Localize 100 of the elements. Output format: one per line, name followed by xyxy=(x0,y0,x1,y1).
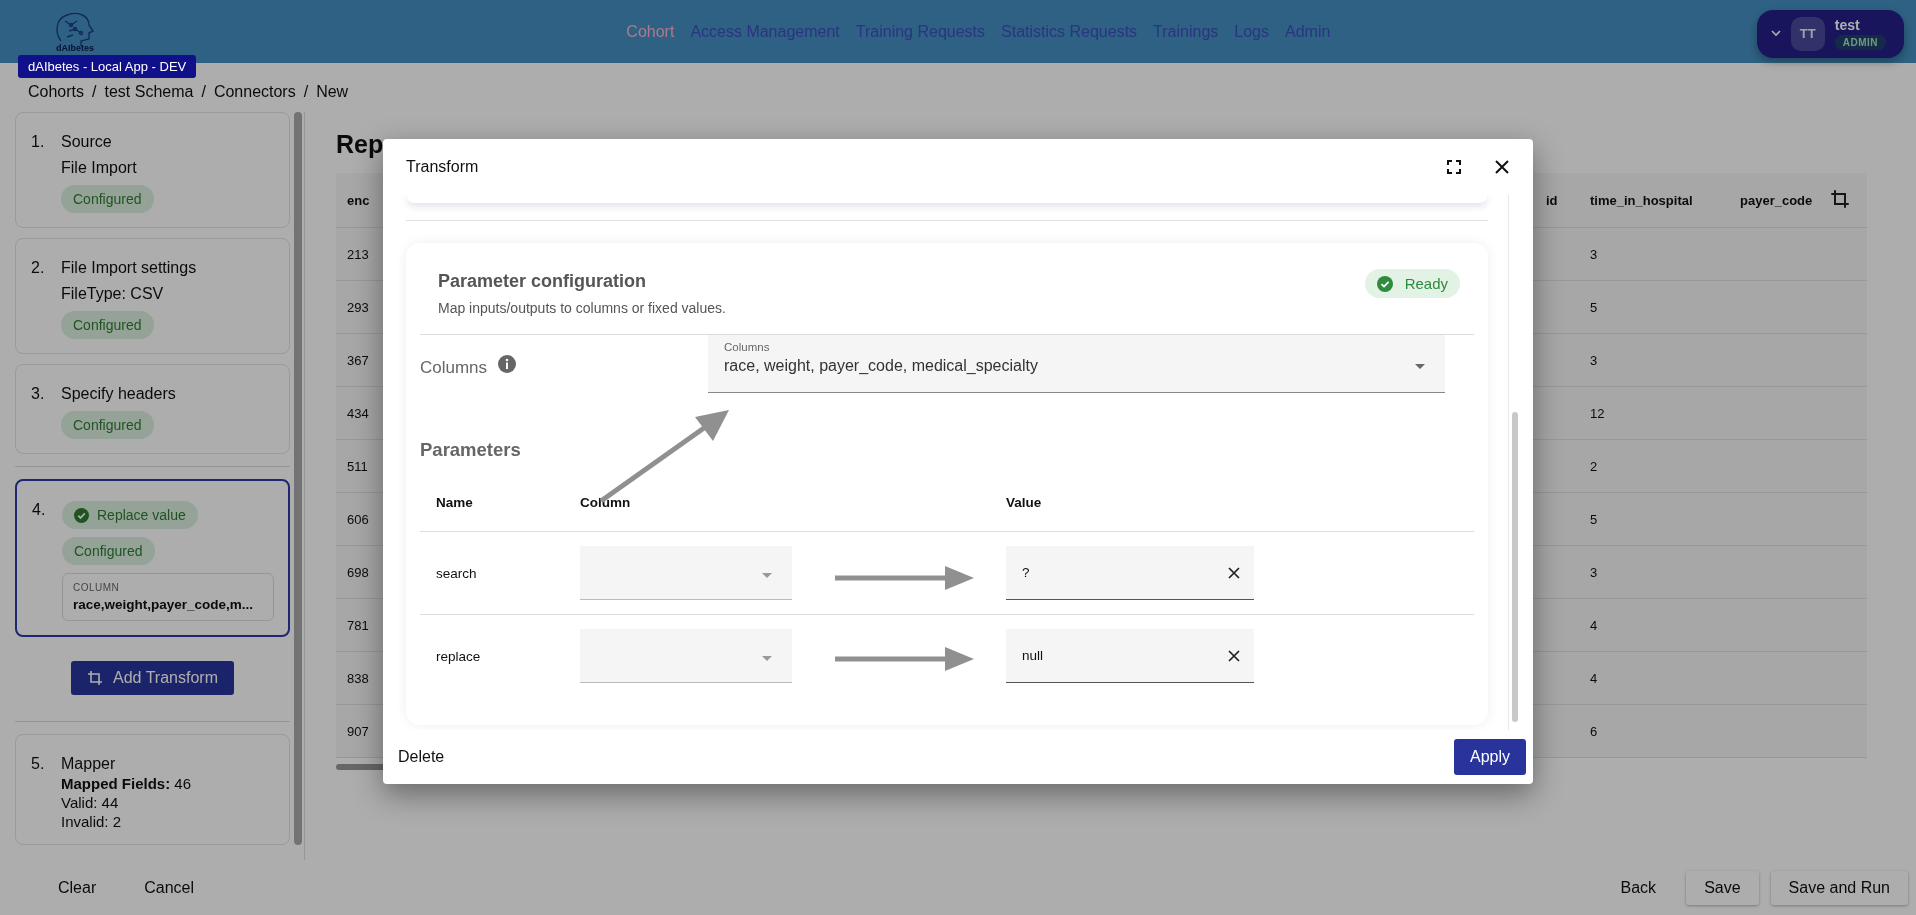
check-circle-icon xyxy=(74,507,89,523)
step-detail: File Import xyxy=(61,159,137,177)
column-header: payer_code xyxy=(1740,192,1814,208)
table-cell-text: 293 xyxy=(346,299,370,315)
clear-icon[interactable] xyxy=(1228,649,1240,662)
user-name: test xyxy=(1834,17,1861,33)
table-cell-text: 6 xyxy=(1590,723,1599,739)
info-icon[interactable] xyxy=(498,355,516,373)
dialog-title: Transform xyxy=(406,158,480,176)
step-title: File Import settings xyxy=(61,259,197,277)
user-menu[interactable]: TT test ADMIN xyxy=(1756,9,1904,58)
column-header: enc xyxy=(346,192,371,208)
crop-icon[interactable] xyxy=(1830,188,1850,209)
table-cell-text: 606 xyxy=(346,511,370,527)
table-cell-text: 3 xyxy=(1590,246,1599,262)
table-cell-text: 12 xyxy=(1590,405,1606,421)
breadcrumb-separator: / xyxy=(92,82,97,101)
column-header: Column xyxy=(580,495,632,510)
table-cell-text: 698 xyxy=(346,564,370,580)
apply-button[interactable]: Apply xyxy=(1453,739,1526,775)
status-chip: Configured xyxy=(61,185,154,213)
step-number: 2. xyxy=(31,259,46,278)
dropdown-caret-icon xyxy=(762,572,772,578)
columns-select[interactable]: Columns race, weight, payer_code, medical_specialty xyxy=(708,335,1445,393)
parameter-name: replace xyxy=(435,648,482,664)
step-title: Mapper xyxy=(61,755,116,773)
mapper-stat: Valid: 44 xyxy=(61,794,119,811)
table-cell-text: 434 xyxy=(346,405,370,421)
fullscreen-icon[interactable] xyxy=(1447,160,1461,174)
step-number: 1. xyxy=(31,133,46,152)
transform-card[interactable]: 4. Replace value Configured COLUMN race,weight,payer_code,m... xyxy=(15,479,290,637)
section-title: Parameters xyxy=(420,439,522,461)
column-header: time_in_hospital xyxy=(1590,192,1694,208)
status-chip: Configured xyxy=(61,311,154,339)
footer-button[interactable]: Clear xyxy=(40,870,115,905)
step-title: Source xyxy=(61,133,112,151)
column-header: id xyxy=(1545,192,1559,208)
transform-chip: Replace value xyxy=(62,501,198,529)
breadcrumb-link[interactable]: test Schema xyxy=(104,82,194,101)
footer-button[interactable]: Cancel xyxy=(126,870,213,905)
step-number: 5. xyxy=(31,755,46,774)
scrollbar[interactable] xyxy=(294,112,302,846)
step-number: 3. xyxy=(31,385,46,404)
status-chip: Configured xyxy=(62,537,155,565)
step-card[interactable]: 3. Specify headers Configured xyxy=(15,364,290,454)
section-subtitle: Map inputs/outputs to columns or fixed values. xyxy=(438,300,727,316)
field-label: Columns xyxy=(420,357,489,378)
step-number: 4. xyxy=(32,501,47,520)
footer-button[interactable]: Save and Run xyxy=(1770,870,1908,905)
status-chip: Ready xyxy=(1364,269,1460,298)
table-cell-text: 4 xyxy=(1590,670,1599,686)
table-cell-text: 3 xyxy=(1590,564,1599,580)
step-card[interactable]: 5. Mapper Mapped Fields: 46 Valid: 44 Invalid: 2 xyxy=(15,734,290,845)
column-header: Value xyxy=(1006,495,1043,510)
clear-icon[interactable] xyxy=(1228,566,1240,579)
role-badge: ADMIN xyxy=(1834,35,1886,50)
column-label: COLUMN xyxy=(73,582,121,593)
table-cell-text: 3 xyxy=(1590,352,1599,368)
check-circle-icon xyxy=(1376,275,1393,292)
close-icon[interactable] xyxy=(1495,160,1509,174)
breadcrumb-link[interactable]: New xyxy=(316,82,349,101)
preview-title: Rep xyxy=(336,130,385,159)
breadcrumb-link[interactable]: Cohorts xyxy=(28,82,85,101)
table-cell-text: 4 xyxy=(1590,617,1599,633)
value-field[interactable]: ? xyxy=(1006,546,1254,600)
user-avatar: TT xyxy=(1790,16,1825,51)
crop-icon xyxy=(87,670,104,686)
table-cell-text: 5 xyxy=(1590,299,1599,315)
table-cell-text: 838 xyxy=(346,670,370,686)
section-title: Parameter configuration xyxy=(438,271,648,292)
table-cell-text: 781 xyxy=(346,617,370,633)
table-cell-text: 367 xyxy=(346,352,370,368)
status-chip: Configured xyxy=(61,411,154,439)
table-cell-text: 511 xyxy=(346,458,369,474)
dropdown-caret-icon xyxy=(762,655,772,661)
table-cell-text: 213 xyxy=(346,246,370,262)
breadcrumb-link[interactable]: Connectors xyxy=(213,82,296,101)
add-transform-button[interactable]: Add Transform xyxy=(71,661,234,695)
table-cell-text: 907 xyxy=(346,723,370,739)
step-card[interactable]: 2. File Import settings FileType: CSV Configured xyxy=(15,238,290,354)
step-card[interactable]: 1. Source File Import Configured xyxy=(15,112,290,228)
logo-caption: dAIbetes xyxy=(56,42,94,53)
mapper-stat: Mapped Fields: 46 xyxy=(61,775,192,792)
step-detail: FileType: CSV xyxy=(61,285,164,303)
mapper-stat: Invalid: 2 xyxy=(61,813,122,830)
breadcrumb-separator: / xyxy=(201,82,206,101)
delete-button[interactable]: Delete xyxy=(398,742,445,772)
footer-button[interactable]: Back xyxy=(1602,870,1675,905)
column-value: race,weight,payer_code,m... xyxy=(73,597,255,612)
parameter-name: search xyxy=(435,565,478,581)
column-header: Name xyxy=(435,495,474,510)
footer-button[interactable]: Save xyxy=(1686,870,1759,905)
step-title: Specify headers xyxy=(61,385,176,403)
dropdown-caret-icon xyxy=(1415,363,1425,369)
chevron-down-icon xyxy=(1770,30,1781,37)
scrollbar[interactable] xyxy=(1512,411,1518,722)
value-field[interactable]: null xyxy=(1006,629,1254,683)
table-cell-text: 2 xyxy=(1590,458,1599,474)
environment-badge: dAIbetes - Local App - DEV xyxy=(18,55,197,78)
breadcrumb-separator: / xyxy=(303,82,309,101)
